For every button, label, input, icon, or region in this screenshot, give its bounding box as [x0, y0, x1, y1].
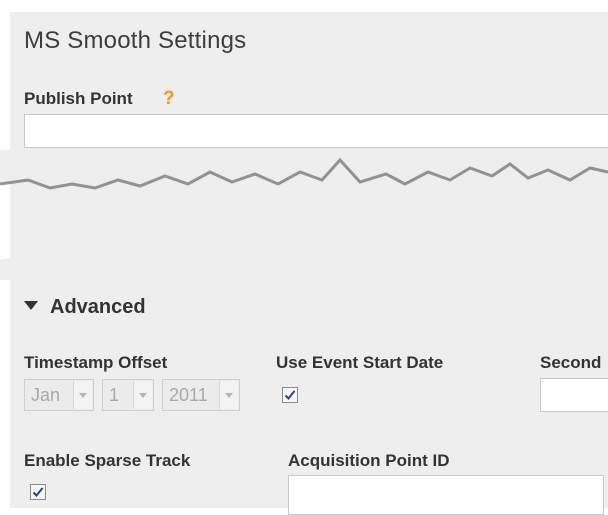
- enable-sparse-track-checkbox[interactable]: [30, 484, 46, 500]
- advanced-toggle[interactable]: Advanced: [24, 296, 146, 319]
- acquisition-point-id-label: Acquisition Point ID: [288, 451, 450, 470]
- chevron-down-icon: [73, 381, 92, 409]
- acquisition-point-id-input[interactable]: [288, 475, 604, 515]
- seconds-label: Second: [540, 353, 602, 372]
- chevron-down-icon: [133, 381, 152, 409]
- checkmark-icon: [284, 390, 296, 400]
- timestamp-month-select[interactable]: Jan: [24, 379, 94, 411]
- day-value: 1: [109, 385, 120, 405]
- use-event-start-date-checkbox[interactable]: [282, 387, 298, 403]
- torn-edge-divider: [0, 150, 608, 280]
- year-value: 2011: [169, 385, 208, 405]
- advanced-label: Advanced: [50, 296, 146, 318]
- month-value: Jan: [31, 385, 61, 405]
- caret-down-icon: [24, 301, 38, 310]
- use-event-start-date-label: Use Event Start Date: [276, 353, 444, 372]
- chevron-down-icon: [219, 381, 238, 409]
- publish-point-label: Publish Point: [24, 89, 133, 108]
- page-title: MS Smooth Settings: [24, 27, 247, 54]
- timestamp-offset-label: Timestamp Offset: [24, 353, 168, 372]
- seconds-input[interactable]: [540, 378, 608, 412]
- publish-point-input[interactable]: [24, 114, 608, 148]
- help-icon[interactable]: ?: [163, 88, 175, 110]
- timestamp-day-select[interactable]: 1: [102, 379, 154, 411]
- timestamp-year-select[interactable]: 2011: [162, 379, 240, 411]
- checkmark-icon: [32, 487, 44, 497]
- enable-sparse-track-label: Enable Sparse Track: [24, 451, 191, 470]
